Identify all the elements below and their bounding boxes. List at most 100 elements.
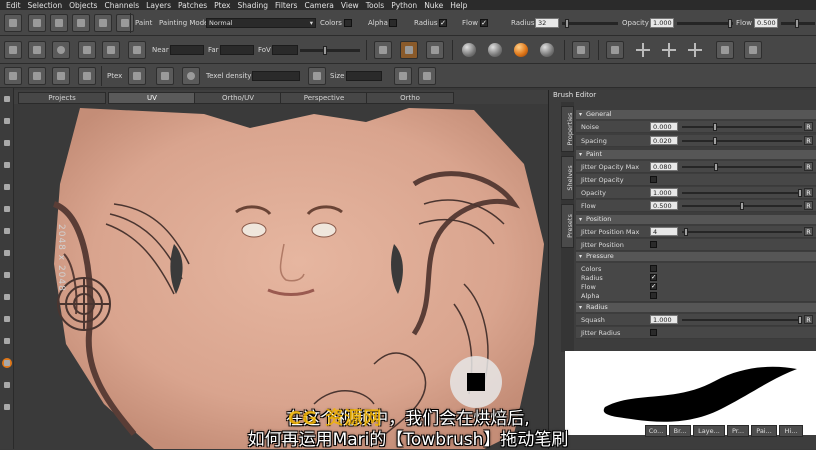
fill-tool-icon[interactable] bbox=[2, 270, 12, 280]
tab-projects[interactable]: Projects bbox=[18, 92, 106, 104]
menu-objects[interactable]: Objects bbox=[69, 1, 97, 10]
ptex-grid-icon[interactable] bbox=[156, 67, 174, 85]
ptex-edit-icon[interactable] bbox=[128, 67, 146, 85]
crop-icon[interactable] bbox=[128, 41, 146, 59]
select-patch-icon[interactable] bbox=[52, 67, 70, 85]
smudge-tool-icon[interactable] bbox=[2, 336, 12, 346]
crosshair-icon[interactable] bbox=[636, 43, 650, 57]
section-general[interactable]: General bbox=[576, 110, 816, 119]
tab-presets[interactable]: Presets bbox=[561, 204, 574, 248]
dot-icon[interactable] bbox=[606, 41, 624, 59]
new-project-icon[interactable] bbox=[4, 14, 22, 32]
jitter-opacity-max-input[interactable]: 0.080 bbox=[650, 162, 678, 171]
select-face-icon[interactable] bbox=[28, 67, 46, 85]
tab-uv[interactable]: UV bbox=[108, 92, 196, 104]
pressure-colors-checkbox[interactable] bbox=[650, 265, 657, 272]
alpha-checkbox[interactable] bbox=[389, 19, 397, 27]
painting-mode-select[interactable]: Normal ▾ bbox=[206, 18, 316, 28]
section-paint[interactable]: Paint bbox=[576, 150, 816, 159]
opacity-input[interactable]: 1.000 bbox=[650, 18, 674, 28]
jitter-opacity-checkbox[interactable] bbox=[650, 176, 657, 183]
opacity-slider-handle[interactable] bbox=[728, 19, 732, 28]
shadow-icon[interactable] bbox=[426, 41, 444, 59]
opacity-slider-handle[interactable] bbox=[798, 189, 802, 197]
tab-properties[interactable]: Properties bbox=[561, 106, 574, 152]
lit-sphere-icon[interactable] bbox=[514, 43, 528, 57]
menu-selection[interactable]: Selection bbox=[28, 1, 63, 10]
layer-copy-icon[interactable] bbox=[418, 67, 436, 85]
radius-input[interactable]: 32 bbox=[535, 18, 559, 28]
noise-input[interactable]: 0.000 bbox=[650, 122, 678, 131]
far-input[interactable] bbox=[220, 45, 254, 55]
zoom-tool-icon[interactable] bbox=[2, 182, 12, 192]
squash-slider[interactable] bbox=[682, 319, 802, 321]
pressure-radius-checkbox[interactable]: ✓ bbox=[650, 274, 657, 281]
noise-reset-button[interactable]: R bbox=[804, 122, 813, 131]
eyedropper-tool-icon[interactable] bbox=[2, 380, 12, 390]
grid-cross-icon[interactable] bbox=[662, 43, 676, 57]
spacing-reset-button[interactable]: R bbox=[804, 136, 813, 145]
flow-slider-handle[interactable] bbox=[795, 19, 799, 28]
cube-icon[interactable] bbox=[78, 41, 96, 59]
close-project-icon[interactable] bbox=[28, 14, 46, 32]
hand-tool-icon[interactable] bbox=[2, 160, 12, 170]
texel-density-input[interactable] bbox=[252, 71, 300, 81]
blur-tool-icon[interactable] bbox=[2, 292, 12, 302]
opacity-input[interactable]: 1.000 bbox=[650, 188, 678, 197]
pressure-alpha-checkbox[interactable] bbox=[650, 292, 657, 299]
squash-input[interactable]: 1.000 bbox=[650, 315, 678, 324]
select-object-icon[interactable] bbox=[78, 67, 96, 85]
lighting-icon[interactable] bbox=[400, 41, 418, 59]
frame-icon[interactable] bbox=[572, 41, 590, 59]
eraser-tool-icon[interactable] bbox=[2, 248, 12, 258]
tab-ortho[interactable]: Ortho bbox=[366, 92, 454, 104]
menu-ptex[interactable]: Ptex bbox=[214, 1, 230, 10]
menu-channels[interactable]: Channels bbox=[104, 1, 139, 10]
section-radius[interactable]: Radius bbox=[576, 303, 816, 312]
jitter-position-max-slider-handle[interactable] bbox=[684, 228, 688, 236]
menu-nuke[interactable]: Nuke bbox=[424, 1, 443, 10]
menu-python[interactable]: Python bbox=[391, 1, 417, 10]
noise-slider[interactable] bbox=[682, 126, 802, 128]
camera-icon[interactable] bbox=[4, 41, 22, 59]
opacity-slider[interactable] bbox=[682, 192, 802, 194]
brush-icon[interactable] bbox=[116, 14, 134, 32]
light-icon[interactable] bbox=[52, 41, 70, 59]
jitter-position-max-input[interactable]: 4 bbox=[650, 227, 678, 236]
near-input[interactable] bbox=[170, 45, 204, 55]
jitter-position-checkbox[interactable] bbox=[650, 241, 657, 248]
fov-input[interactable] bbox=[272, 45, 298, 55]
jitter-opacity-max-slider[interactable] bbox=[682, 166, 802, 168]
shader-icon[interactable] bbox=[374, 41, 392, 59]
brush-tool-icon[interactable] bbox=[2, 138, 12, 148]
noise-slider-handle[interactable] bbox=[713, 123, 717, 131]
size-icon[interactable] bbox=[308, 67, 326, 85]
jitter-opacity-max-reset-button[interactable]: R bbox=[804, 162, 813, 171]
multi-cross-icon[interactable] bbox=[688, 43, 702, 57]
jitter-opacity-max-slider-handle[interactable] bbox=[714, 163, 718, 171]
menu-view[interactable]: View bbox=[341, 1, 359, 10]
tab-shelves[interactable]: Shelves bbox=[561, 156, 574, 200]
size-select[interactable] bbox=[346, 71, 382, 81]
opacity-reset-button[interactable]: R bbox=[804, 188, 813, 197]
jitter-radius-checkbox[interactable] bbox=[650, 329, 657, 336]
fov-slider-handle[interactable] bbox=[323, 46, 327, 55]
fov-slider[interactable] bbox=[300, 49, 360, 52]
record-stop-button[interactable] bbox=[450, 356, 502, 408]
uv-viewport[interactable]: 2048 x 2048 bbox=[14, 104, 548, 449]
menu-layers[interactable]: Layers bbox=[146, 1, 171, 10]
paint-through-icon[interactable] bbox=[94, 14, 112, 32]
flow-reset-button[interactable]: R bbox=[804, 201, 813, 210]
pressure-flow-checkbox[interactable]: ✓ bbox=[650, 283, 657, 290]
flow-input[interactable]: 0.500 bbox=[650, 201, 678, 210]
radius-checkbox[interactable]: ✓ bbox=[439, 19, 447, 27]
section-pressure[interactable]: Pressure bbox=[576, 252, 816, 261]
spacing-slider[interactable] bbox=[682, 140, 802, 142]
pen-tool-icon[interactable] bbox=[2, 226, 12, 236]
ptex-globe-icon[interactable] bbox=[182, 67, 200, 85]
menu-camera[interactable]: Camera bbox=[304, 1, 333, 10]
menu-filters[interactable]: Filters bbox=[275, 1, 297, 10]
tab-perspective[interactable]: Perspective bbox=[280, 92, 368, 104]
menu-edit[interactable]: Edit bbox=[6, 1, 21, 10]
colors-checkbox[interactable] bbox=[344, 19, 352, 27]
